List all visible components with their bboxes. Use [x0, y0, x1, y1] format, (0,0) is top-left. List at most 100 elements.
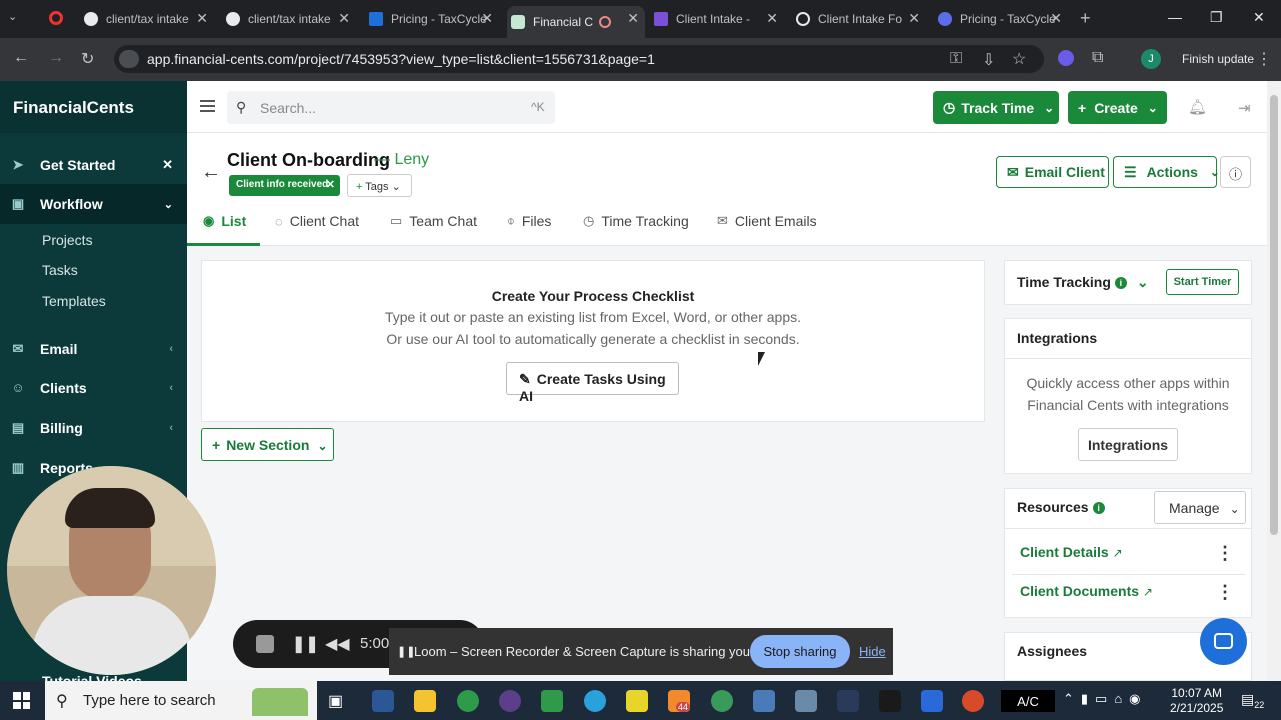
task-view-icon[interactable]: ▣ — [328, 691, 343, 711]
language-indicator[interactable]: A/C — [1001, 690, 1055, 712]
time-tracking-heading[interactable]: Time Tracking i ⌄ — [1017, 274, 1149, 291]
close-icon[interactable]: ✕ — [766, 10, 778, 27]
email-client-button[interactable]: ✉ Email Client — [996, 156, 1109, 188]
bookmark-star-icon[interactable]: ☆ — [1012, 49, 1026, 69]
kebab-menu-icon[interactable]: ⋮ — [1216, 543, 1234, 564]
hamburger-menu-icon[interactable] — [200, 100, 215, 112]
browser-tab-5[interactable]: Client Intake - ✕ — [650, 6, 784, 32]
chat-support-button[interactable] — [1200, 618, 1247, 665]
extensions-puzzle-icon[interactable]: ⧉ — [1092, 49, 1103, 67]
tags-button[interactable]: + Tags ⌄ — [347, 174, 412, 197]
close-icon[interactable]: ✕ — [338, 10, 350, 27]
close-icon[interactable]: ✕ — [1050, 10, 1062, 27]
forward-icon[interactable]: → — [48, 49, 64, 67]
create-button[interactable]: + Create ⌄ — [1068, 91, 1167, 124]
actions-button[interactable]: ☰ Actions ⌄ — [1113, 156, 1220, 188]
app-icon[interactable] — [962, 690, 984, 712]
file-explorer-icon[interactable] — [414, 690, 436, 712]
browser-tab-6[interactable]: Client Intake Fo ✕ — [792, 6, 926, 32]
browser-tab-3[interactable]: Pricing - TaxCycle ✕ — [365, 6, 499, 32]
tab-files[interactable]: ⌽ Files — [507, 213, 551, 229]
back-arrow-icon[interactable]: ← — [201, 161, 221, 184]
back-icon[interactable]: ← — [13, 49, 29, 67]
close-icon[interactable]: ✕ — [196, 10, 208, 27]
key-icon[interactable]: ⚿ — [950, 50, 962, 68]
tab-time-tracking[interactable]: ◷ Time Tracking — [583, 213, 689, 229]
pause-icon[interactable]: ❚❚ — [292, 634, 319, 654]
mail-app-icon[interactable]: 44 — [668, 690, 691, 712]
app-icon[interactable] — [795, 690, 817, 712]
loom-webcam-bubble[interactable] — [7, 466, 216, 675]
reload-icon[interactable]: ↻ — [81, 49, 94, 69]
extension-icon[interactable] — [1058, 50, 1074, 66]
word-icon[interactable] — [372, 690, 394, 712]
windows-start-icon[interactable] — [13, 692, 30, 709]
scrollbar-thumb[interactable] — [1270, 95, 1278, 535]
profile-avatar[interactable]: J — [1141, 49, 1161, 69]
app-icon[interactable] — [753, 690, 775, 712]
app-icon[interactable] — [837, 690, 859, 712]
chrome-icon[interactable] — [457, 690, 479, 712]
close-icon[interactable]: ✕ — [908, 10, 920, 27]
brand-logo[interactable]: FinancialCents — [13, 98, 134, 118]
bell-icon[interactable]: 🔔︎ — [1188, 98, 1207, 116]
sidebar-item-billing[interactable]: ▤ Billing ‹ — [0, 408, 187, 448]
sidebar-subitem-tasks[interactable]: Tasks — [42, 262, 78, 278]
menu-kebab-icon[interactable]: ⋮ — [1256, 49, 1272, 69]
notification-center-icon[interactable]: ▤22 — [1241, 691, 1264, 710]
new-section-button[interactable]: + New Section ⌄ — [201, 428, 334, 461]
manage-dropdown[interactable]: Manage ⌄ — [1154, 491, 1246, 524]
browser-tab-1[interactable]: client/tax intake ✕ — [80, 6, 214, 32]
browser-tab-2[interactable]: client/tax intake ✕ — [222, 6, 356, 32]
kebab-menu-icon[interactable]: ⋮ — [1216, 582, 1234, 603]
system-tray-icons[interactable]: ⌃▮▭⌂◉ — [1063, 691, 1148, 707]
sticky-notes-icon[interactable] — [626, 690, 648, 712]
new-tab-icon[interactable]: + — [1080, 8, 1091, 29]
tab-team-chat[interactable]: ▭ Team Chat — [390, 213, 477, 229]
sidebar-item-get-started[interactable]: ➤ Get Started ✕ — [0, 145, 187, 185]
client-name[interactable]: — Leny — [374, 151, 429, 169]
sidebar-tutorial-videos[interactable]: Tutorial Videos — [42, 674, 142, 681]
taskbar-clock[interactable]: 10:07 AM 2/21/2025 — [1170, 686, 1223, 716]
telegram-icon[interactable] — [584, 690, 606, 712]
finish-update-button[interactable]: Finish update — [1168, 47, 1258, 71]
track-time-button[interactable]: ◷ Track Time ⌄ — [933, 91, 1059, 124]
maximize-icon[interactable]: ❐ — [1210, 9, 1223, 26]
hide-button[interactable]: Hide — [859, 644, 886, 659]
client-details-link[interactable]: Client Details ↗ — [1020, 544, 1123, 560]
site-info-icon[interactable] — [119, 50, 139, 68]
integrations-button[interactable]: Integrations — [1078, 428, 1178, 461]
close-icon[interactable]: ✕ — [162, 157, 173, 173]
tab-client-emails[interactable]: ✉ Client Emails — [717, 213, 817, 229]
url-text[interactable]: app.financial-cents.com/project/7453953?… — [147, 51, 655, 67]
start-timer-button[interactable]: Start Timer — [1166, 269, 1239, 295]
sidebar-item-workflow[interactable]: ▣ Workflow ⌄ — [0, 184, 187, 224]
sidebar-item-email[interactable]: ✉ Email ‹ — [0, 329, 187, 369]
browser-tab-7[interactable]: Pricing - TaxCycle ✕ — [934, 6, 1068, 32]
close-icon[interactable]: ✕ — [326, 178, 335, 191]
status-badge[interactable]: Client info received ✕ — [229, 175, 340, 196]
logout-icon[interactable]: ⇥ — [1238, 99, 1251, 117]
close-icon[interactable]: ✕ — [627, 10, 639, 27]
close-icon[interactable]: ✕ — [481, 10, 493, 27]
minimize-icon[interactable]: — — [1168, 9, 1182, 25]
chrome-icon[interactable] — [711, 690, 733, 712]
sidebar-item-clients[interactable]: ☺ Clients ‹ — [0, 368, 187, 408]
slack-icon[interactable] — [499, 690, 521, 712]
client-documents-link[interactable]: Client Documents ↗ — [1020, 583, 1153, 599]
sidebar-subitem-projects[interactable]: Projects — [42, 232, 93, 248]
app-icon[interactable] — [879, 690, 901, 712]
install-app-icon[interactable]: ⇩ — [982, 50, 995, 70]
close-window-icon[interactable]: ✕ — [1253, 9, 1265, 26]
app-icon[interactable] — [541, 690, 563, 712]
tab-client-chat[interactable]: ◌ Client Chat — [275, 213, 359, 229]
tab-list[interactable]: ◉ List — [203, 213, 246, 229]
stop-recording-icon[interactable] — [256, 635, 274, 653]
create-tasks-ai-button[interactable]: ✎ Create Tasks Using AI — [506, 362, 679, 404]
info-icon[interactable]: ⓘ — [1220, 156, 1251, 188]
browser-tab-4[interactable]: Financial Cents ✕ — [507, 6, 645, 38]
stop-sharing-button[interactable]: Stop sharing — [750, 635, 850, 668]
sidebar-subitem-templates[interactable]: Templates — [42, 293, 106, 309]
zoom-icon[interactable] — [921, 690, 943, 712]
rewind-icon[interactable]: ◀◀ — [325, 634, 350, 654]
